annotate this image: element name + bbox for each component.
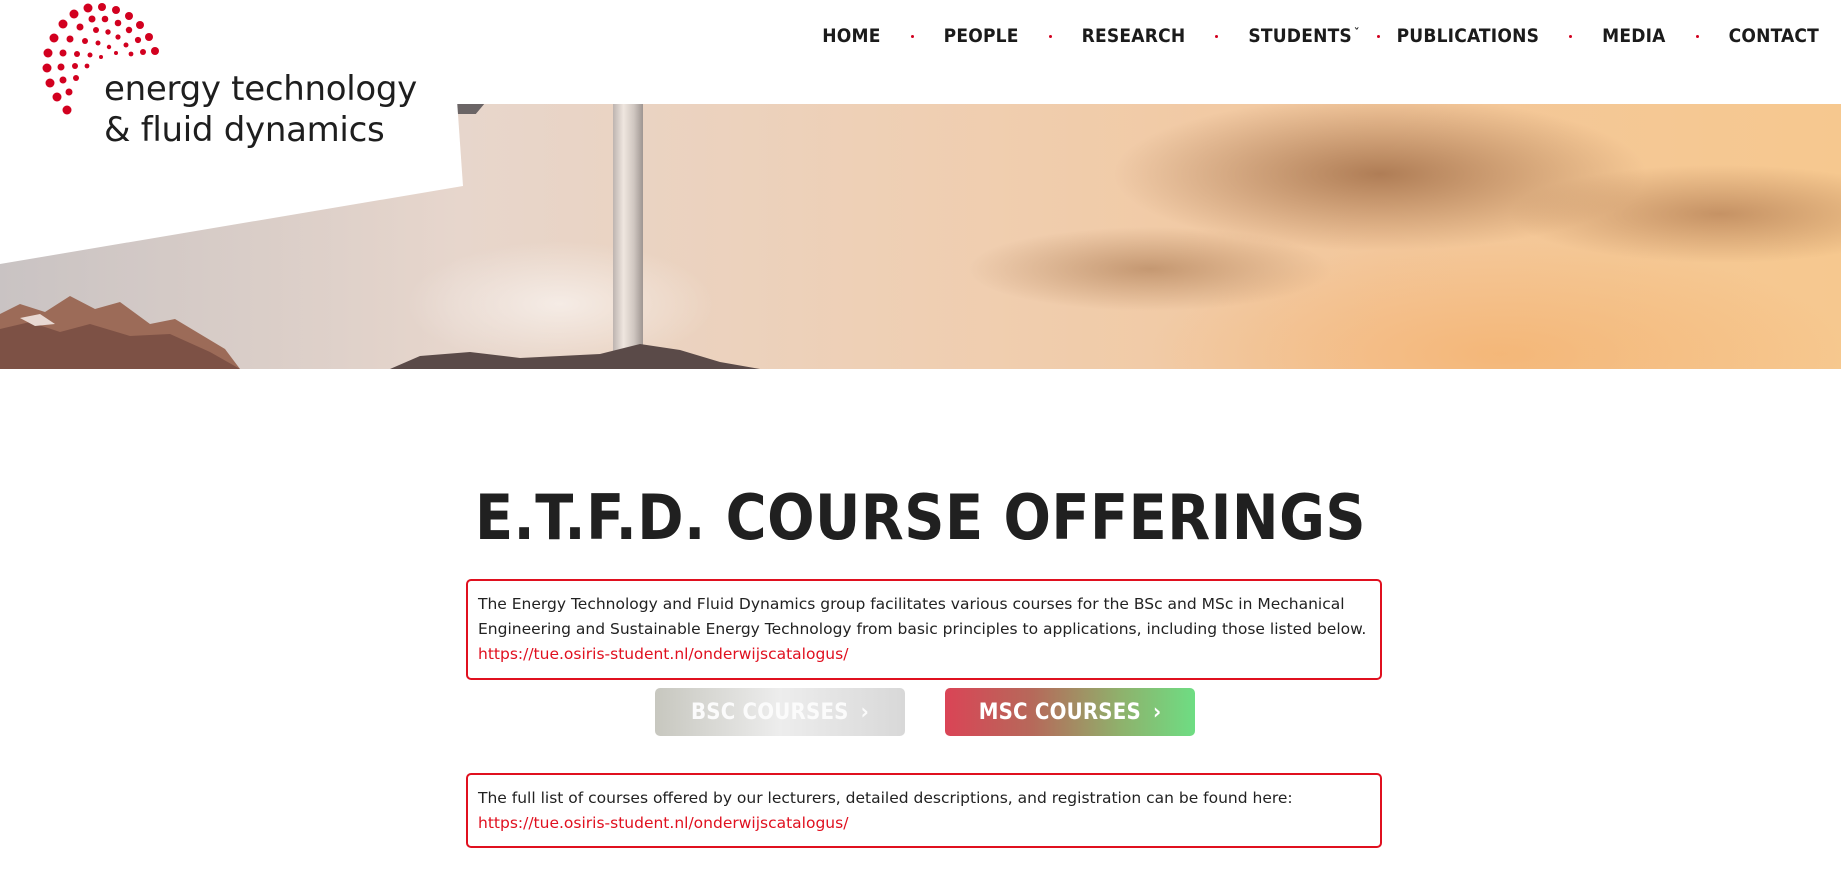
intro-catalog-link[interactable]: https://tue.osiris-student.nl/onderwijsc… — [478, 642, 1370, 667]
chevron-down-icon: ˇ — [1353, 26, 1360, 40]
nav-separator — [1569, 34, 1573, 38]
brand-line-1: energy technology — [104, 69, 417, 109]
nav-publications[interactable]: PUBLICATIONS — [1397, 25, 1540, 47]
intro-box: The Energy Technology and Fluid Dynamics… — [466, 579, 1382, 680]
nav-separator — [1695, 34, 1699, 38]
nav-students-label: STUDENTS — [1248, 25, 1352, 47]
nav-research[interactable]: RESEARCH — [1082, 25, 1186, 47]
full-list-text: The full list of courses offered by our … — [478, 789, 1293, 807]
nav-separator — [1048, 34, 1052, 38]
nav-people[interactable]: PEOPLE — [944, 25, 1019, 47]
full-list-catalog-link[interactable]: https://tue.osiris-student.nl/onderwijsc… — [478, 811, 1370, 836]
msc-courses-label: MSC COURSES — [978, 699, 1141, 725]
nav-media[interactable]: MEDIA — [1602, 25, 1665, 47]
bsc-courses-label: BSC COURSES — [691, 699, 849, 725]
intro-text: The Energy Technology and Fluid Dynamics… — [478, 595, 1367, 638]
nav-students[interactable]: STUDENTS ˇ — [1248, 25, 1359, 47]
mountains-silhouette — [0, 296, 760, 369]
nav-home[interactable]: HOME — [822, 25, 880, 47]
brand-line-2: & fluid dynamics — [104, 110, 385, 150]
nav-separator — [910, 34, 914, 38]
chevron-right-icon: › — [1152, 699, 1162, 725]
full-list-box: The full list of courses offered by our … — [466, 773, 1382, 848]
chevron-right-icon: › — [860, 699, 869, 725]
brand-wordmark[interactable]: energy technology & fluid dynamics — [104, 69, 417, 151]
nav-separator — [1376, 34, 1380, 38]
msc-courses-button[interactable]: MSC COURSES › — [945, 688, 1195, 736]
bsc-courses-button[interactable]: BSC COURSES › — [655, 688, 905, 736]
main-nav: HOME PEOPLE RESEARCH STUDENTS ˇ PUBLICAT… — [822, 22, 1819, 50]
nav-contact[interactable]: CONTACT — [1729, 25, 1819, 47]
page-title: E.T.F.D. COURSE OFFERINGS — [474, 481, 1367, 554]
nav-separator — [1215, 34, 1219, 38]
